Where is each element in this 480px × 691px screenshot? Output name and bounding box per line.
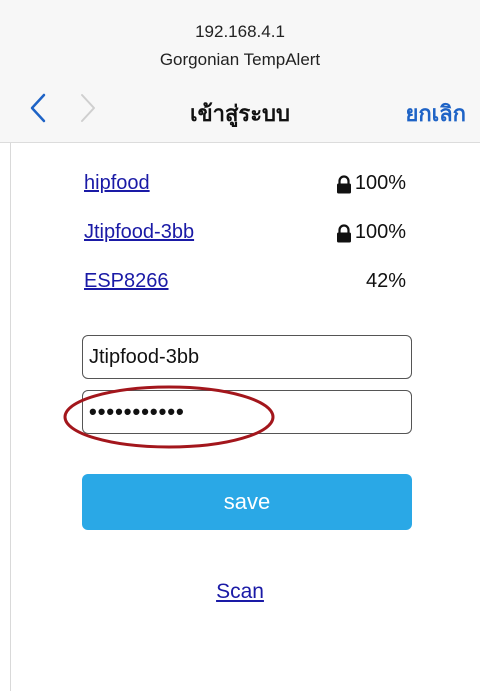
lock-icon [336, 223, 351, 242]
lock-icon [336, 174, 351, 193]
browser-header: 192.168.4.1 Gorgonian TempAlert เข้าสู่ร… [0, 0, 480, 143]
ssid-field[interactable]: Jtipfood-3bb [82, 335, 412, 379]
network-signal: 100% [335, 221, 406, 244]
ssid-field-value: Jtipfood-3bb [89, 345, 200, 368]
password-field[interactable]: ••••••••••• [82, 390, 412, 434]
network-row[interactable]: hipfood 100% [82, 172, 406, 202]
scan-link[interactable]: Scan [216, 580, 264, 603]
network-signal-value: 100% [354, 221, 406, 243]
network-ssid-link[interactable]: hipfood [84, 172, 150, 195]
network-ssid-link[interactable]: ESP8266 [84, 270, 169, 293]
network-ssid-link[interactable]: Jtipfood-3bb [84, 221, 194, 244]
save-button[interactable]: save [82, 474, 412, 530]
password-field-value: ••••••••••• [89, 399, 185, 424]
network-signal-value: 42% [365, 270, 406, 292]
network-row[interactable]: Jtipfood-3bb 100% [82, 221, 406, 251]
cancel-button[interactable]: ยกเลิก [405, 96, 466, 131]
network-row[interactable]: ESP8266 42% [82, 270, 406, 300]
screen: 192.168.4.1 Gorgonian TempAlert เข้าสู่ร… [0, 0, 480, 691]
url-host: 192.168.4.1 [195, 22, 285, 41]
page-title: Gorgonian TempAlert [159, 50, 321, 69]
scan-link-container: Scan [0, 580, 480, 604]
network-signal-value: 100% [354, 172, 406, 194]
network-signal: 42% [366, 270, 406, 293]
network-signal: 100% [335, 172, 406, 195]
